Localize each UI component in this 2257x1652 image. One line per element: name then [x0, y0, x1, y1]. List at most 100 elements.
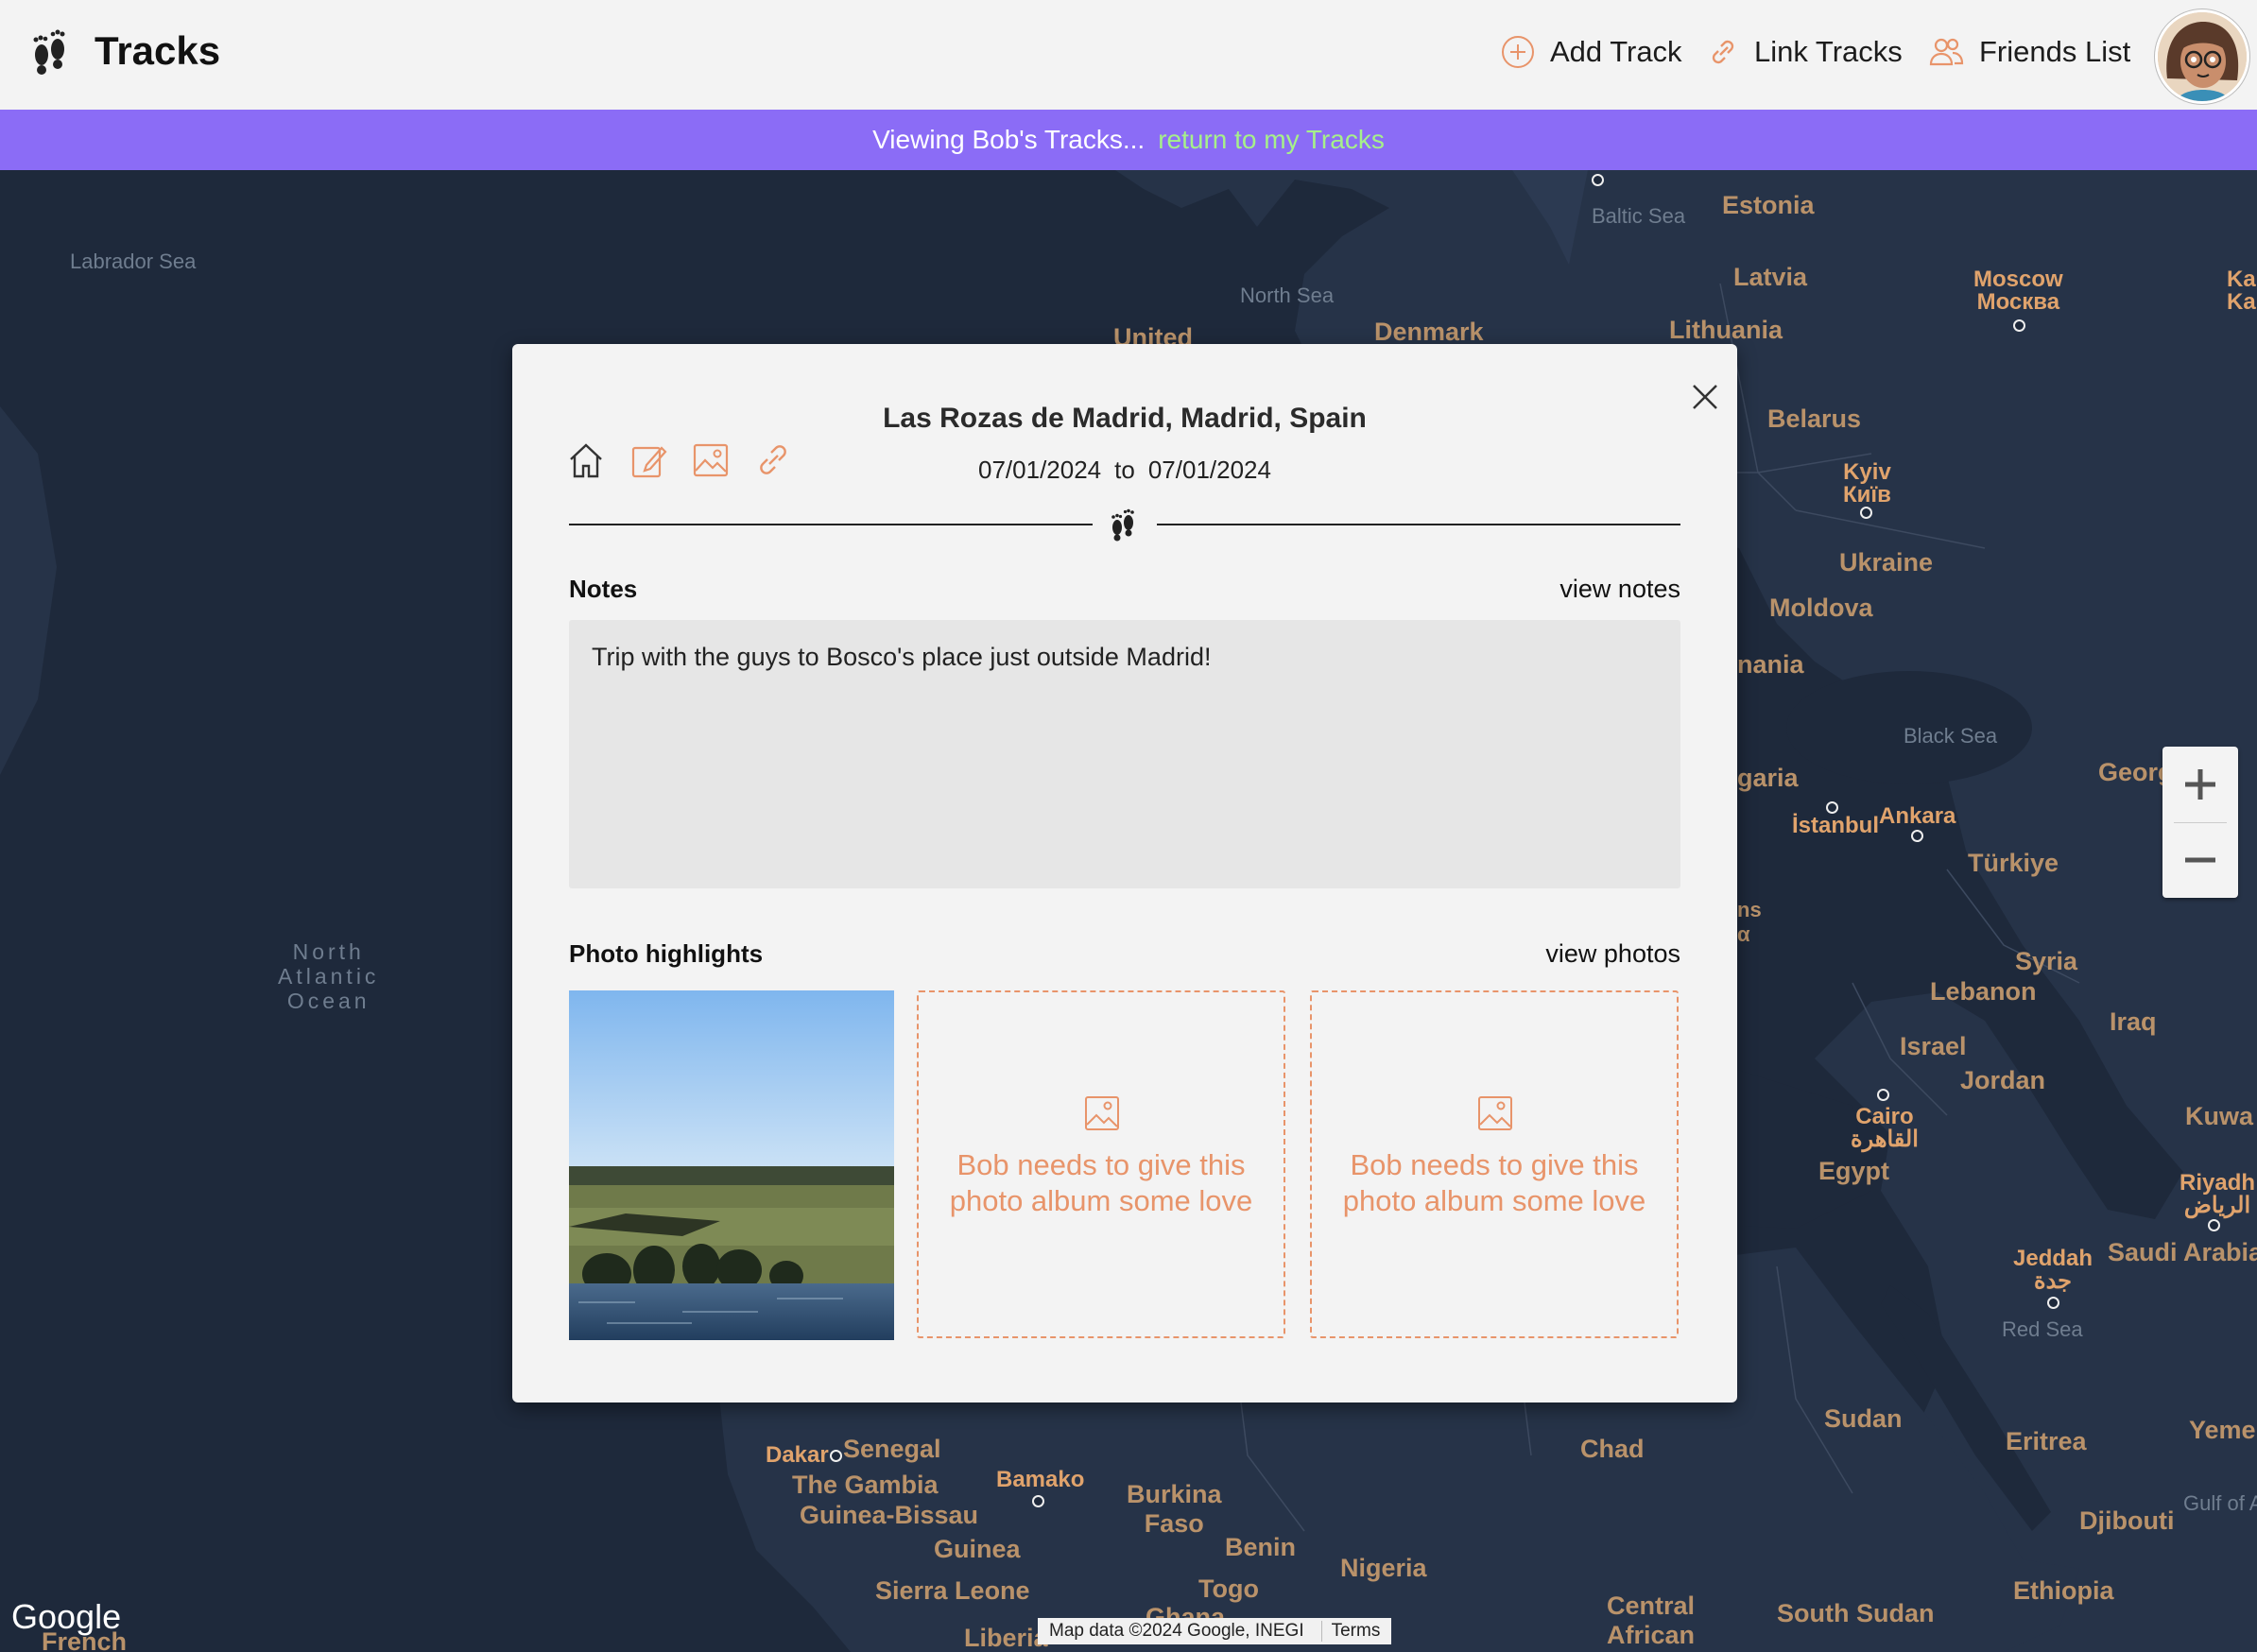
divider-right: [1157, 524, 1680, 525]
map-city-ankara: Ankara: [1879, 803, 1956, 829]
user-avatar[interactable]: [2155, 9, 2249, 104]
friends-icon: [1929, 38, 1964, 66]
kaz-line-1: Ka: [2227, 267, 2256, 292]
link-icon[interactable]: [754, 440, 792, 480]
notes-text: Trip with the guys to Bosco's place just…: [592, 643, 1212, 671]
map-city-bamako: Bamako: [996, 1467, 1085, 1492]
map-label-bulgaria: garia: [1737, 764, 1799, 792]
map-label-guinea: Guinea: [934, 1535, 1021, 1563]
caf-line-2: African: [1607, 1621, 1696, 1649]
map-label-burkina-faso: Burkina Faso: [1127, 1480, 1222, 1539]
view-notes-link[interactable]: view notes: [1559, 575, 1680, 604]
landscape-photo: [569, 990, 894, 1340]
cairo-en: Cairo: [1855, 1104, 1914, 1129]
map-dot-dakar: [830, 1450, 842, 1462]
top-bar: Tracks Add Track Link Tracks Friends Lis…: [0, 0, 2257, 110]
greece-line-1: ns: [1737, 898, 1762, 921]
map-label-sierra-leone: Sierra Leone: [875, 1576, 1030, 1605]
map-dot-baltic: [1592, 174, 1604, 186]
return-to-my-tracks-link[interactable]: return to my Tracks: [1158, 125, 1385, 155]
greece-line-2: α: [1737, 922, 1750, 946]
placeholder-message: Bob needs to give this photo album some …: [949, 1148, 1253, 1217]
map-label-gulf: Gulf of A: [2183, 1491, 2257, 1515]
view-photos-link[interactable]: view photos: [1545, 939, 1680, 969]
link-tracks-label: Link Tracks: [1754, 35, 1903, 68]
riyadh-ar: الرياض: [2183, 1193, 2251, 1218]
add-track-button[interactable]: Add Track: [1501, 28, 1682, 76]
link-tracks-button[interactable]: Link Tracks: [1707, 28, 1903, 76]
map-label-greece: ns α: [1737, 898, 1762, 947]
map-dot-cairo: [1877, 1089, 1889, 1101]
image-icon[interactable]: [692, 440, 730, 480]
map-label-latvia: Latvia: [1733, 263, 1808, 291]
plus-circle-icon: [1502, 36, 1534, 68]
moscow-ru: Москва: [1976, 289, 2060, 315]
google-logo: Google: [11, 1597, 122, 1636]
friends-list-button[interactable]: Friends List: [1928, 28, 2130, 76]
map-label-central-african: Central African: [1607, 1592, 1695, 1650]
zoom-out-button[interactable]: [2162, 822, 2238, 898]
map-label-black-sea: Black Sea: [1904, 724, 1998, 748]
friends-list-label: Friends List: [1979, 35, 2131, 68]
map-label-kuwait: Kuwa: [2185, 1102, 2254, 1130]
map-attribution: Map data ©2024 Google, INEGI Terms: [1038, 1618, 1392, 1644]
footprints-logo-icon[interactable]: [28, 26, 70, 79]
map-label-iraq: Iraq: [2110, 1007, 2157, 1036]
kyiv-uk: Київ: [1843, 482, 1891, 508]
map-dot-ankara: [1911, 830, 1923, 842]
cairo-ar: القاهرة: [1851, 1127, 1919, 1152]
map-label-senegal: Senegal: [843, 1435, 941, 1463]
ocean-line-1: North: [292, 939, 365, 964]
map-dot-jeddah: [2047, 1297, 2059, 1309]
home-icon[interactable]: [567, 440, 605, 480]
photo-placeholder-1[interactable]: Bob needs to give this photo album some …: [917, 990, 1285, 1338]
map-label-liberia: Liberia: [964, 1624, 1048, 1652]
track-details-modal: Las Rozas de Madrid, Madrid, Spain 07/01…: [512, 344, 1737, 1402]
map-label-ocean: North Atlantic Ocean: [278, 939, 379, 1013]
image-placeholder-icon: [1478, 1096, 1512, 1130]
map-label-benin: Benin: [1225, 1533, 1297, 1561]
burkina-line-2: Faso: [1144, 1509, 1204, 1538]
add-track-label: Add Track: [1550, 35, 1682, 68]
map-city-riyadh: Riyadh الرياض: [2179, 1172, 2255, 1217]
map-label-south-sudan: South Sudan: [1777, 1599, 1935, 1627]
map-dot-riyadh: [2208, 1219, 2220, 1231]
map-label-jordan: Jordan: [1960, 1066, 2046, 1094]
map-zoom-controls: [2162, 747, 2238, 898]
photo-highlights-heading: Photo highlights: [569, 939, 764, 968]
map-label-ethiopia: Ethiopia: [2013, 1576, 2114, 1605]
map-city-istanbul: İstanbul: [1792, 813, 1880, 838]
footprints-icon: [1111, 508, 1134, 542]
date-separator: to: [1114, 456, 1135, 484]
map-city-cairo: Cairo القاهرة: [1851, 1106, 1919, 1151]
caf-line-1: Central: [1607, 1592, 1696, 1620]
map-dot-moscow: [2013, 319, 2025, 332]
jeddah-en: Jeddah: [2013, 1246, 2093, 1271]
map-dot-bamako: [1032, 1495, 1044, 1507]
map-city-kyiv: Kyiv Київ: [1843, 461, 1891, 507]
map-label-saudi-arabia: Saudi Arabia: [2108, 1238, 2257, 1266]
map-label-guinea-bissau: Guinea-Bissau: [800, 1501, 979, 1529]
end-date: 07/01/2024: [1147, 456, 1271, 484]
map-label-baltic-sea: Baltic Sea: [1592, 204, 1686, 228]
map-dot-kyiv: [1860, 507, 1872, 519]
photo-placeholder-2[interactable]: Bob needs to give this photo album some …: [1310, 990, 1679, 1338]
photo-thumbnail[interactable]: [569, 990, 894, 1340]
map-label-israel: Israel: [1900, 1032, 1967, 1060]
minus-icon: [2185, 857, 2215, 863]
viewing-friend-banner: Viewing Bob's Tracks... return to my Tra…: [0, 110, 2257, 170]
map-city-jeddah: Jeddah جدة: [2013, 1248, 2093, 1293]
kaz-line-2: Ka: [2227, 289, 2256, 315]
zoom-in-button[interactable]: [2162, 747, 2238, 822]
link-icon: [1712, 40, 1734, 64]
edit-icon[interactable]: [629, 440, 667, 480]
map-label-yemen: Yeme: [2189, 1416, 2256, 1444]
map-label-ukraine: Ukraine: [1839, 548, 1934, 576]
map-city-moscow: Moscow Москва: [1973, 268, 2063, 314]
ocean-line-2: Atlantic: [278, 964, 380, 989]
avatar-illustration: [2158, 12, 2247, 101]
map-label-kaz: Ka Ka: [2227, 268, 2256, 314]
riyadh-en: Riyadh: [2179, 1170, 2256, 1196]
terms-link[interactable]: Terms: [1320, 1621, 1380, 1642]
kyiv-en: Kyiv: [1843, 459, 1891, 485]
